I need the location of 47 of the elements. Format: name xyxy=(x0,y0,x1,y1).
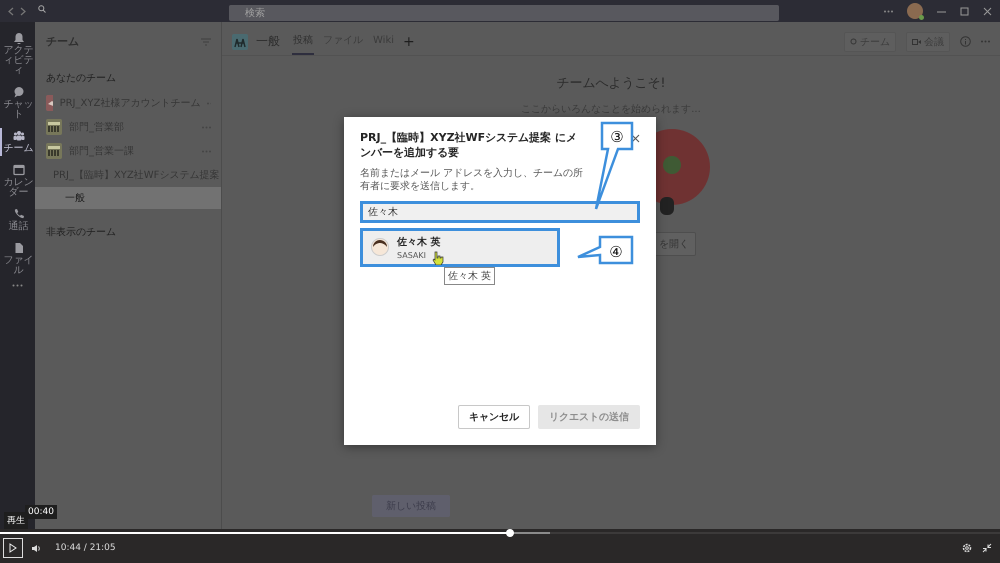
rail-item[interactable]: 通話 xyxy=(0,206,35,234)
time-tooltip: 00:40 xyxy=(25,505,57,519)
rail-item[interactable]: チャット xyxy=(0,84,35,122)
video-camera-icon xyxy=(912,38,921,44)
suggestion-item[interactable]: 佐々木 英 SASAKI xyxy=(360,228,560,267)
channel-item[interactable]: 一般 xyxy=(35,187,221,209)
tooltip: 佐々木 英 xyxy=(444,266,496,285)
rail-item[interactable]: アクティビティ xyxy=(0,30,35,78)
section-heading: 非表示のチーム xyxy=(45,226,117,240)
rail-item[interactable]: カレンダー xyxy=(0,162,35,200)
search-icon xyxy=(38,4,46,13)
playback-time: 10:44 / 21:05 xyxy=(55,543,116,553)
circle-icon xyxy=(850,38,857,45)
dialog-description: 名前またはメール アドレスを入力し、チームの所有者に要求を送信します。 xyxy=(360,166,584,193)
settings-icon[interactable] xyxy=(962,543,972,553)
more-icon[interactable] xyxy=(884,10,893,12)
avatar-icon[interactable] xyxy=(907,3,923,19)
exit-fullscreen-icon[interactable] xyxy=(982,543,992,553)
building-icon xyxy=(46,143,62,159)
play-icon xyxy=(9,543,17,553)
section-heading: あなたのチーム xyxy=(45,72,117,86)
add-tab-button[interactable]: + xyxy=(403,34,415,50)
maximize-icon[interactable] xyxy=(960,6,969,16)
close-icon[interactable] xyxy=(631,134,640,143)
person-name: 佐々木 英 xyxy=(397,236,440,249)
play-button[interactable] xyxy=(3,538,23,558)
rail-item[interactable]: ファイル xyxy=(0,240,35,278)
progress-thumb[interactable] xyxy=(506,529,514,537)
hand-cursor-icon xyxy=(432,250,444,265)
calendar-icon xyxy=(12,164,24,176)
presentation-icon xyxy=(232,34,248,50)
close-icon[interactable] xyxy=(983,6,992,16)
tooltip: 再生 xyxy=(4,512,28,529)
cancel-button[interactable]: キャンセル xyxy=(458,405,530,429)
volume-icon[interactable] xyxy=(31,544,41,552)
person-id: SASAKI xyxy=(397,250,428,260)
name-input-field[interactable]: 佐々木 xyxy=(360,200,640,223)
dialog-title: PRJ_【臨時】XYZ社WFシステム提案 にメンバーを追加する要 xyxy=(360,131,578,161)
bell-icon xyxy=(12,32,24,44)
person-avatar-icon xyxy=(371,238,389,256)
document-icon xyxy=(12,242,24,254)
search-field[interactable]: 検索 xyxy=(229,5,779,22)
people-icon xyxy=(12,130,24,142)
phone-icon xyxy=(12,208,24,220)
more-icon[interactable] xyxy=(12,284,23,287)
chat-bubble-icon xyxy=(12,86,24,98)
building-icon xyxy=(46,119,62,135)
